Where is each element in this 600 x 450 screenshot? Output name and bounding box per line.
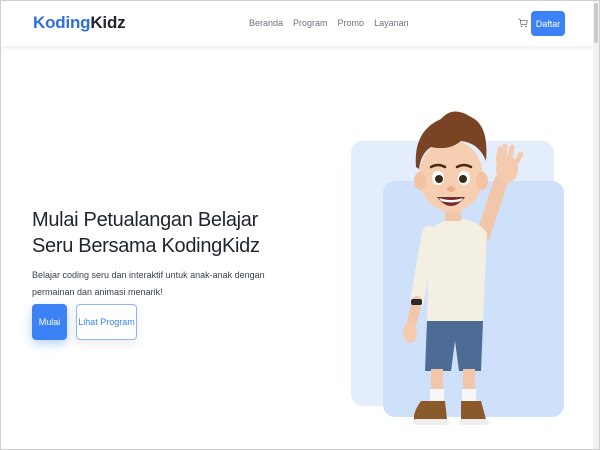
nav-link-promo[interactable]: Promo xyxy=(338,18,365,28)
hero-title: Mulai Petualangan Belajar Seru Bersama K… xyxy=(32,209,260,257)
main-nav: Beranda Program Promo Layanan xyxy=(249,18,409,28)
cart-icon[interactable] xyxy=(518,18,528,28)
view-programs-button[interactable]: Lihat Program xyxy=(76,304,137,340)
brand-logo-part-2: Kidz xyxy=(90,13,126,32)
waving-kid-illustration xyxy=(403,111,524,425)
nav-link-program[interactable]: Program xyxy=(293,18,328,28)
start-button[interactable]: Mulai xyxy=(32,304,67,340)
scrollbar-thumb[interactable] xyxy=(594,3,598,43)
hero-subtitle: Belajar coding seru dan interaktif untuk… xyxy=(32,270,265,297)
page: KodingKidz Beranda Program Promo Layanan… xyxy=(0,0,600,450)
scrollbar[interactable] xyxy=(593,1,599,449)
brand-logo-part-1: Koding xyxy=(33,13,91,32)
nav-link-layanan[interactable]: Layanan xyxy=(374,18,409,28)
brand-logo[interactable]: KodingKidz xyxy=(33,13,126,33)
register-button[interactable]: Daftar xyxy=(531,11,565,36)
top-navbar: KodingKidz Beranda Program Promo Layanan… xyxy=(1,1,599,46)
nav-link-beranda[interactable]: Beranda xyxy=(249,18,283,28)
